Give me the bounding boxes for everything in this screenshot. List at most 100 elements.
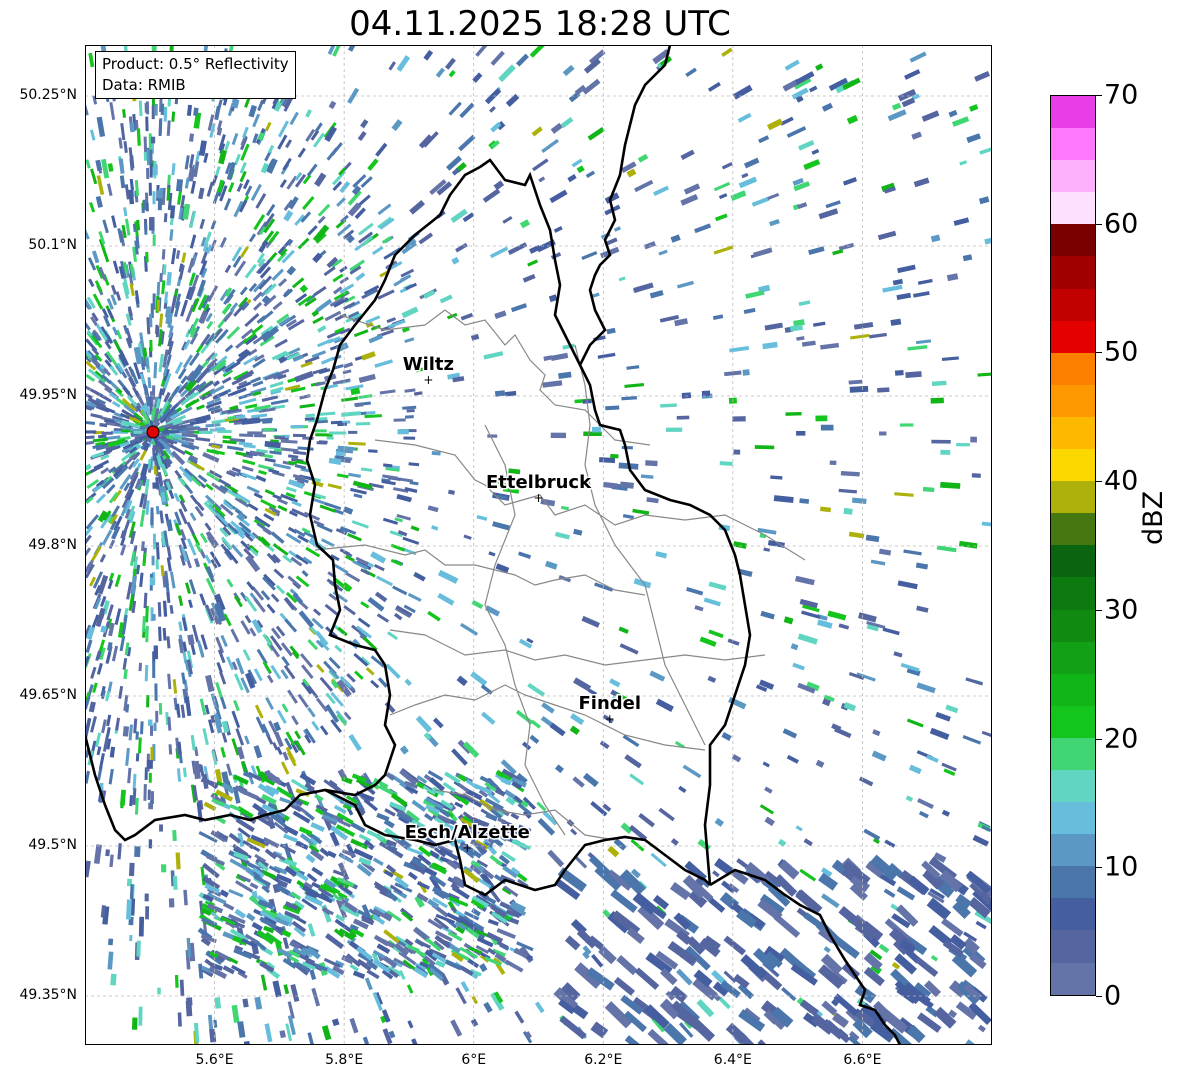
echo-cell <box>254 704 264 719</box>
echo-cell <box>111 215 117 228</box>
echo-cell <box>590 1021 609 1039</box>
echo-cell <box>678 785 687 794</box>
echo-cell <box>90 716 97 733</box>
echo-cell <box>471 995 479 1005</box>
echo-cell <box>931 439 951 444</box>
echo-cell <box>984 237 992 245</box>
echo-cell <box>619 643 639 655</box>
echo-cell <box>803 838 813 847</box>
echo-cell <box>239 788 259 801</box>
echo-cell <box>230 628 240 643</box>
echo-cell <box>940 481 961 489</box>
echo-cell <box>143 222 148 235</box>
echo-cell <box>276 709 287 724</box>
echo-cell <box>207 285 219 303</box>
echo-cell <box>554 764 564 774</box>
echo-cell <box>956 442 970 447</box>
echo-cell <box>507 242 528 255</box>
echo-cell <box>786 754 799 764</box>
echo-cell <box>871 750 887 762</box>
echo-cell <box>838 488 857 494</box>
echo-cell <box>929 727 950 741</box>
echo-cell <box>149 725 154 736</box>
echo-cell <box>295 840 309 850</box>
echo-cell <box>838 623 850 630</box>
echo-cell <box>297 446 314 451</box>
echo-cell <box>638 812 655 828</box>
echo-cell <box>848 531 865 539</box>
echo-cell <box>697 838 711 852</box>
echo-cell <box>264 489 275 496</box>
colorbar-segment <box>1051 705 1095 738</box>
echo-cell <box>312 315 324 325</box>
echo-cell <box>808 246 825 255</box>
echo-cell <box>166 592 171 604</box>
echo-cell <box>488 551 496 557</box>
echo-cell <box>189 494 199 505</box>
echo-cell <box>941 356 959 362</box>
echo-cell <box>762 761 770 768</box>
lon-tick-label: 6.4°E <box>713 1052 752 1068</box>
echo-cell <box>444 57 456 70</box>
echo-cell <box>131 1017 138 1030</box>
echo-cell <box>299 394 311 400</box>
lat-tick-label: 50.25°N <box>19 87 77 103</box>
echo-cell <box>764 816 775 827</box>
echo-cell <box>655 551 668 559</box>
echo-cell <box>681 392 692 399</box>
echo-cell <box>96 746 102 756</box>
echo-cell <box>244 312 260 328</box>
map-canvas[interactable]: Wiltz+Ettelbruck+Findel+Esch/Alzette+ <box>85 45 992 1045</box>
echo-cell <box>158 313 164 328</box>
echo-cell <box>301 569 309 577</box>
echo-cell <box>879 431 887 436</box>
colorbar-tick-label: 0 <box>1104 980 1122 1012</box>
echo-cell <box>294 730 302 740</box>
echo-cell <box>202 728 209 746</box>
echo-cell <box>254 434 267 438</box>
echo-cell <box>834 727 852 739</box>
echo-cell <box>974 71 990 82</box>
echo-cell <box>85 639 93 653</box>
echo-cell <box>371 246 384 255</box>
echo-cell <box>90 545 102 563</box>
echo-cell <box>843 507 853 515</box>
echo-cell <box>188 599 194 609</box>
echo-cell <box>393 418 406 422</box>
colorbar-segment <box>1051 96 1095 129</box>
echo-cell <box>719 461 733 466</box>
echo-cell <box>427 505 439 513</box>
echo-cell <box>634 967 660 990</box>
echo-cell <box>713 181 731 192</box>
echo-cell <box>550 352 569 361</box>
echo-cell <box>189 133 195 142</box>
colorbar-tick-label: 60 <box>1104 208 1139 240</box>
echo-cell <box>222 902 235 911</box>
echo-cell <box>454 801 464 809</box>
echo-cell <box>926 754 939 763</box>
echo-cell <box>666 427 683 432</box>
echo-cell <box>894 492 914 497</box>
echo-cell <box>315 697 329 713</box>
radar-site-marker[interactable] <box>146 425 160 439</box>
echo-cell <box>332 378 351 386</box>
colorbar-tick-label: 40 <box>1104 465 1139 497</box>
echo-cell <box>146 167 150 180</box>
echo-cell <box>245 912 256 922</box>
echo-cell <box>660 403 677 408</box>
echo-cell <box>307 923 316 937</box>
echo-cell <box>128 862 135 877</box>
echo-cell <box>98 231 106 245</box>
echo-cell <box>467 958 480 969</box>
echo-cell <box>90 168 98 185</box>
echo-cell <box>590 801 608 817</box>
radar-map[interactable]: Wiltz + Ettelbruck + Findel + Esch/Alzette + <box>85 45 992 1045</box>
echo-cell <box>115 717 121 731</box>
city-marker: + <box>605 712 615 726</box>
echo-cell <box>872 729 881 737</box>
echo-cell <box>368 449 378 453</box>
echo-cell <box>270 593 280 603</box>
echo-cell <box>948 109 958 118</box>
echo-cell <box>254 996 263 1010</box>
echo-cell <box>283 984 290 995</box>
